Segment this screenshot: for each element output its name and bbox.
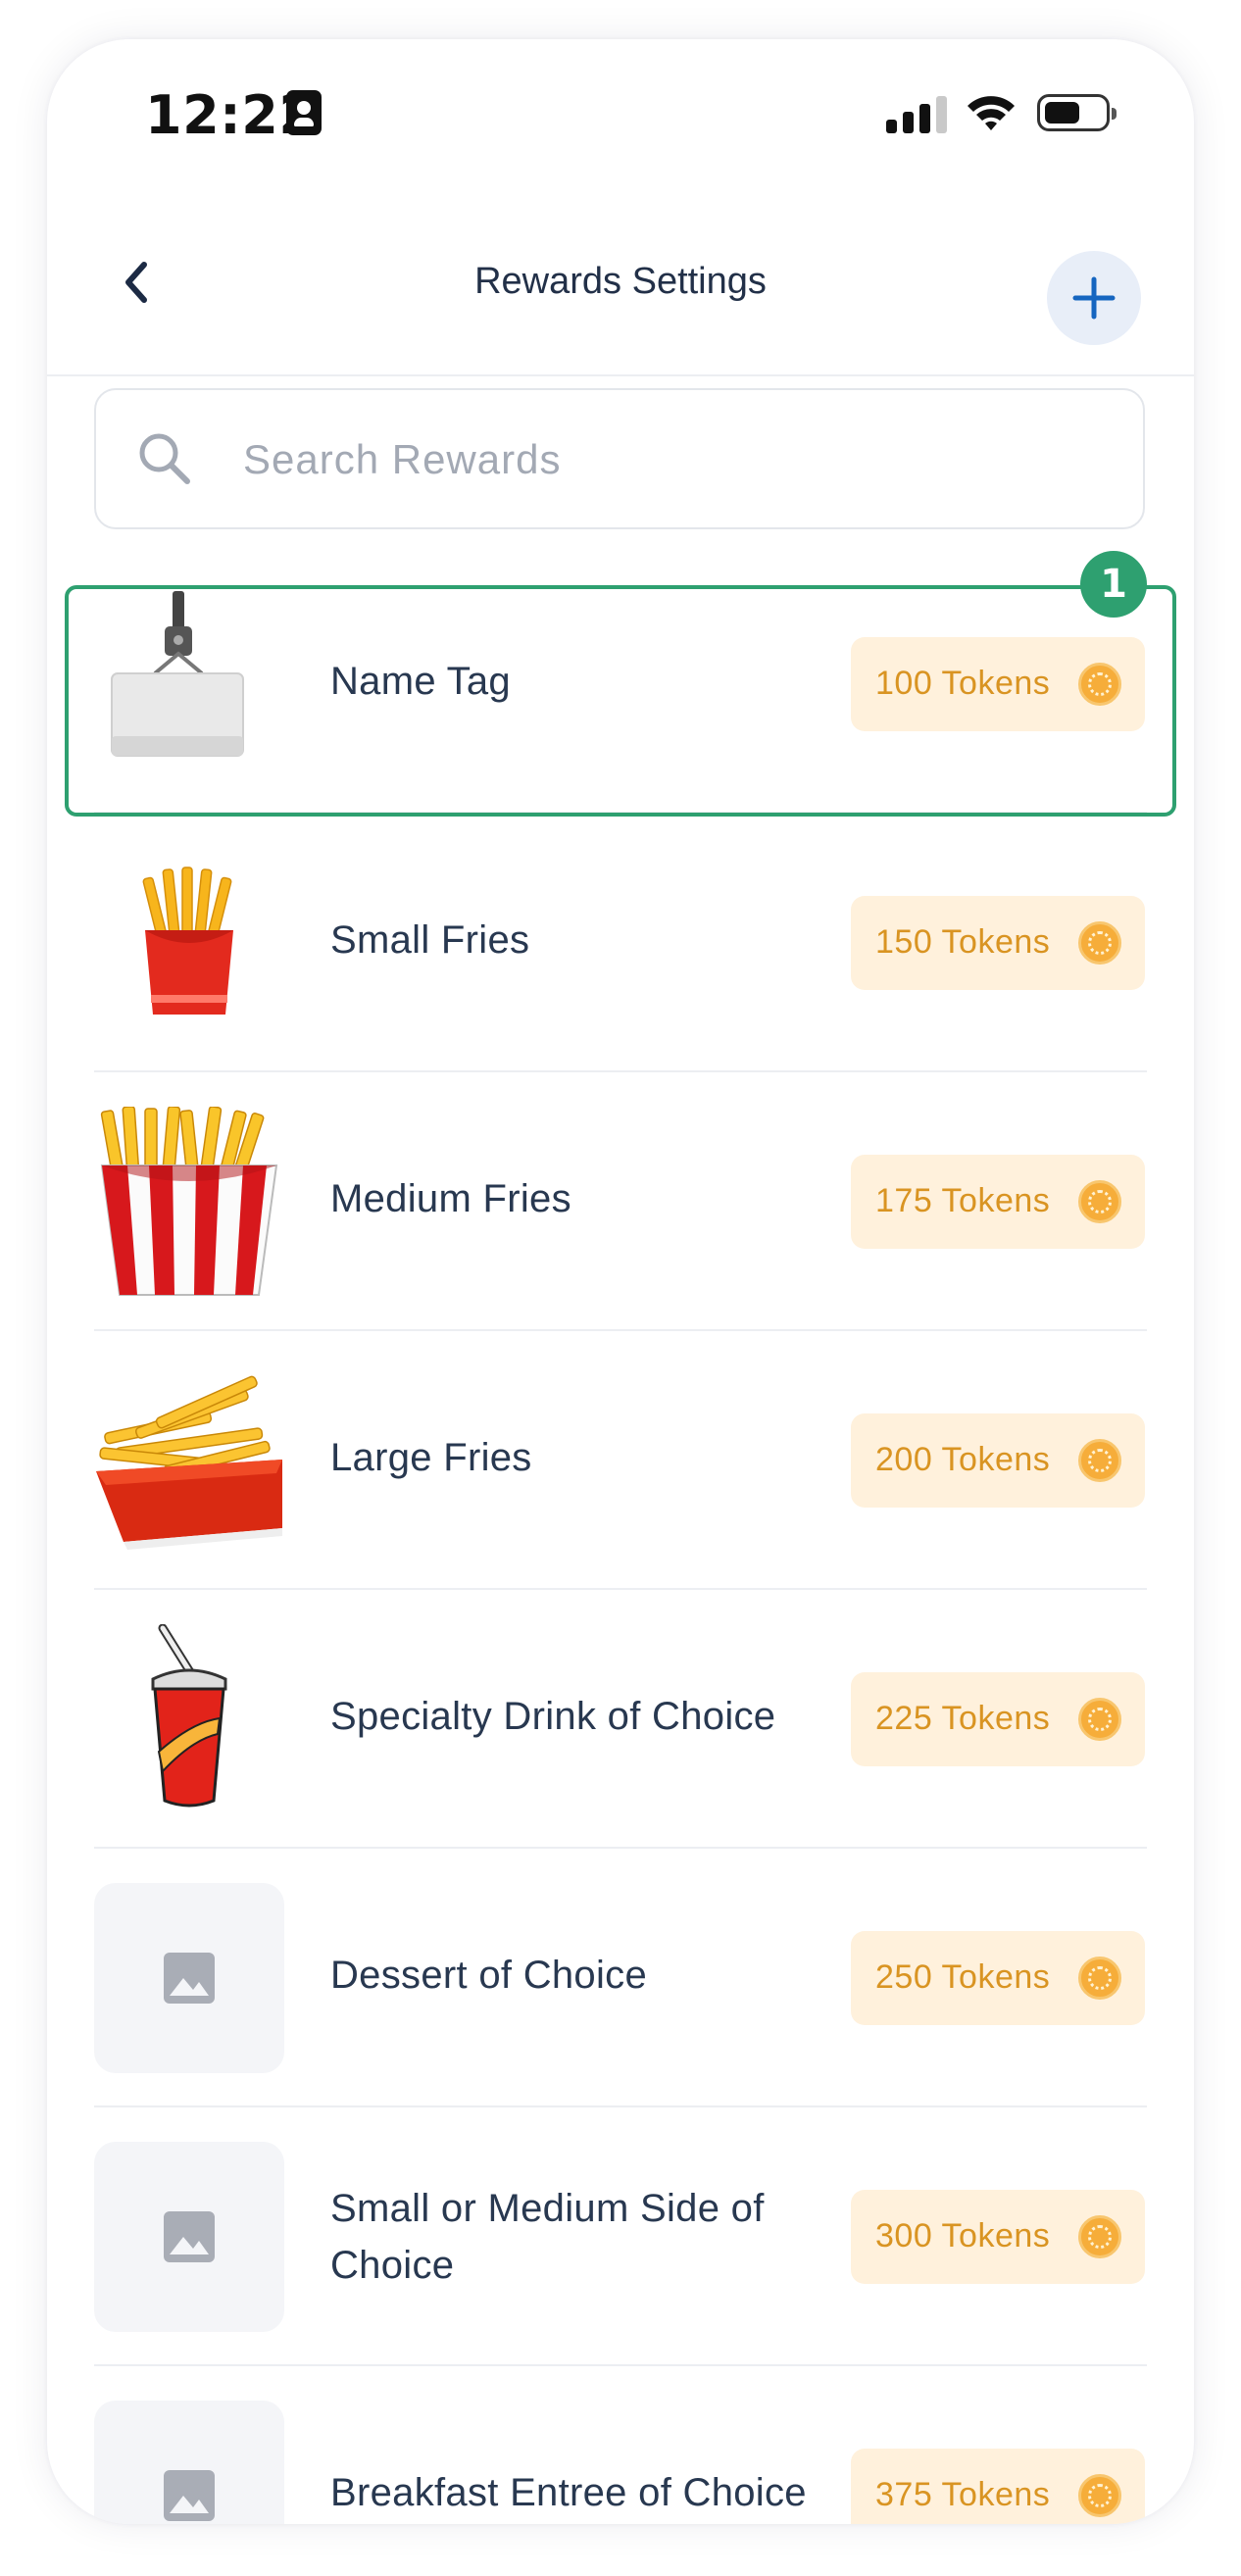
phone-screen: 12:22 Rewards Settings Search Rewards Na… (47, 39, 1194, 2524)
list-item[interactable]: Specialty Drink of Choice 225 Tokens (47, 1590, 1194, 1849)
token-badge: 300 Tokens (851, 2190, 1145, 2284)
image-icon (164, 2470, 215, 2521)
coin-icon (1078, 1957, 1121, 2000)
plus-icon (1072, 276, 1116, 320)
search-input[interactable] (243, 420, 1106, 500)
reward-name: Breakfast Entree of Choice (330, 2471, 807, 2514)
token-cost: 200 Tokens (875, 1441, 1051, 1478)
reward-name: Small or Medium Side of Choice (330, 2187, 765, 2287)
page-title: Rewards Settings (474, 261, 767, 302)
token-cost: 250 Tokens (875, 1958, 1051, 1996)
token-badge: 200 Tokens (851, 1413, 1145, 1508)
drink-cup-image (94, 1623, 284, 1814)
token-cost: 375 Tokens (875, 2476, 1051, 2513)
coin-icon (1078, 1698, 1121, 1741)
add-reward-button[interactable] (1047, 251, 1141, 345)
token-badge: 375 Tokens (851, 2449, 1145, 2524)
image-placeholder (94, 2142, 284, 2332)
list-item[interactable]: Breakfast Entree of Choice 375 Tokens (47, 2366, 1194, 2524)
coin-icon (1078, 2474, 1121, 2517)
id-card-icon (286, 90, 322, 135)
image-icon (164, 2211, 215, 2262)
reward-name: Dessert of Choice (330, 1954, 648, 1997)
image-icon (164, 1953, 215, 2004)
token-badge: 225 Tokens (851, 1672, 1145, 1766)
image-placeholder (94, 1883, 284, 2073)
reward-name: Large Fries (330, 1436, 532, 1479)
coin-icon (1078, 1180, 1121, 1223)
reward-name: Medium Fries (330, 1177, 571, 1220)
token-cost: 225 Tokens (875, 1700, 1051, 1737)
coin-icon (1078, 2215, 1121, 2258)
token-badge: 250 Tokens (851, 1931, 1145, 2025)
battery-icon (1037, 94, 1117, 131)
small-fries-image (94, 848, 284, 1038)
large-fries-image (94, 1365, 284, 1556)
selection-highlight (65, 585, 1176, 817)
step-badge: 1 (1080, 551, 1147, 618)
token-badge: 175 Tokens (851, 1155, 1145, 1249)
search-icon (139, 433, 190, 484)
reward-name: Specialty Drink of Choice (330, 1695, 776, 1738)
coin-icon (1078, 1439, 1121, 1482)
token-cost: 300 Tokens (875, 2217, 1051, 2254)
rewards-list: Name Tag 100 Tokens Small Fries 150 Toke… (47, 555, 1194, 2524)
token-cost: 150 Tokens (875, 923, 1051, 961)
list-item[interactable]: Small or Medium Side of Choice 300 Token… (47, 2107, 1194, 2366)
token-cost: 175 Tokens (875, 1182, 1051, 1219)
token-badge: 150 Tokens (851, 896, 1145, 990)
app-header: Rewards Settings (47, 204, 1194, 376)
list-item[interactable]: Medium Fries 175 Tokens (47, 1072, 1194, 1331)
list-item[interactable]: Small Fries 150 Tokens (47, 814, 1194, 1072)
reward-name: Small Fries (330, 918, 530, 962)
coin-icon (1078, 921, 1121, 965)
medium-fries-image (94, 1106, 284, 1297)
list-item[interactable]: Dessert of Choice 250 Tokens (47, 1849, 1194, 2107)
image-placeholder (94, 2401, 284, 2524)
list-item[interactable]: Large Fries 200 Tokens (47, 1331, 1194, 1590)
cellular-signal-icon (886, 96, 949, 133)
search-box (94, 388, 1145, 529)
wifi-icon (968, 96, 1015, 130)
